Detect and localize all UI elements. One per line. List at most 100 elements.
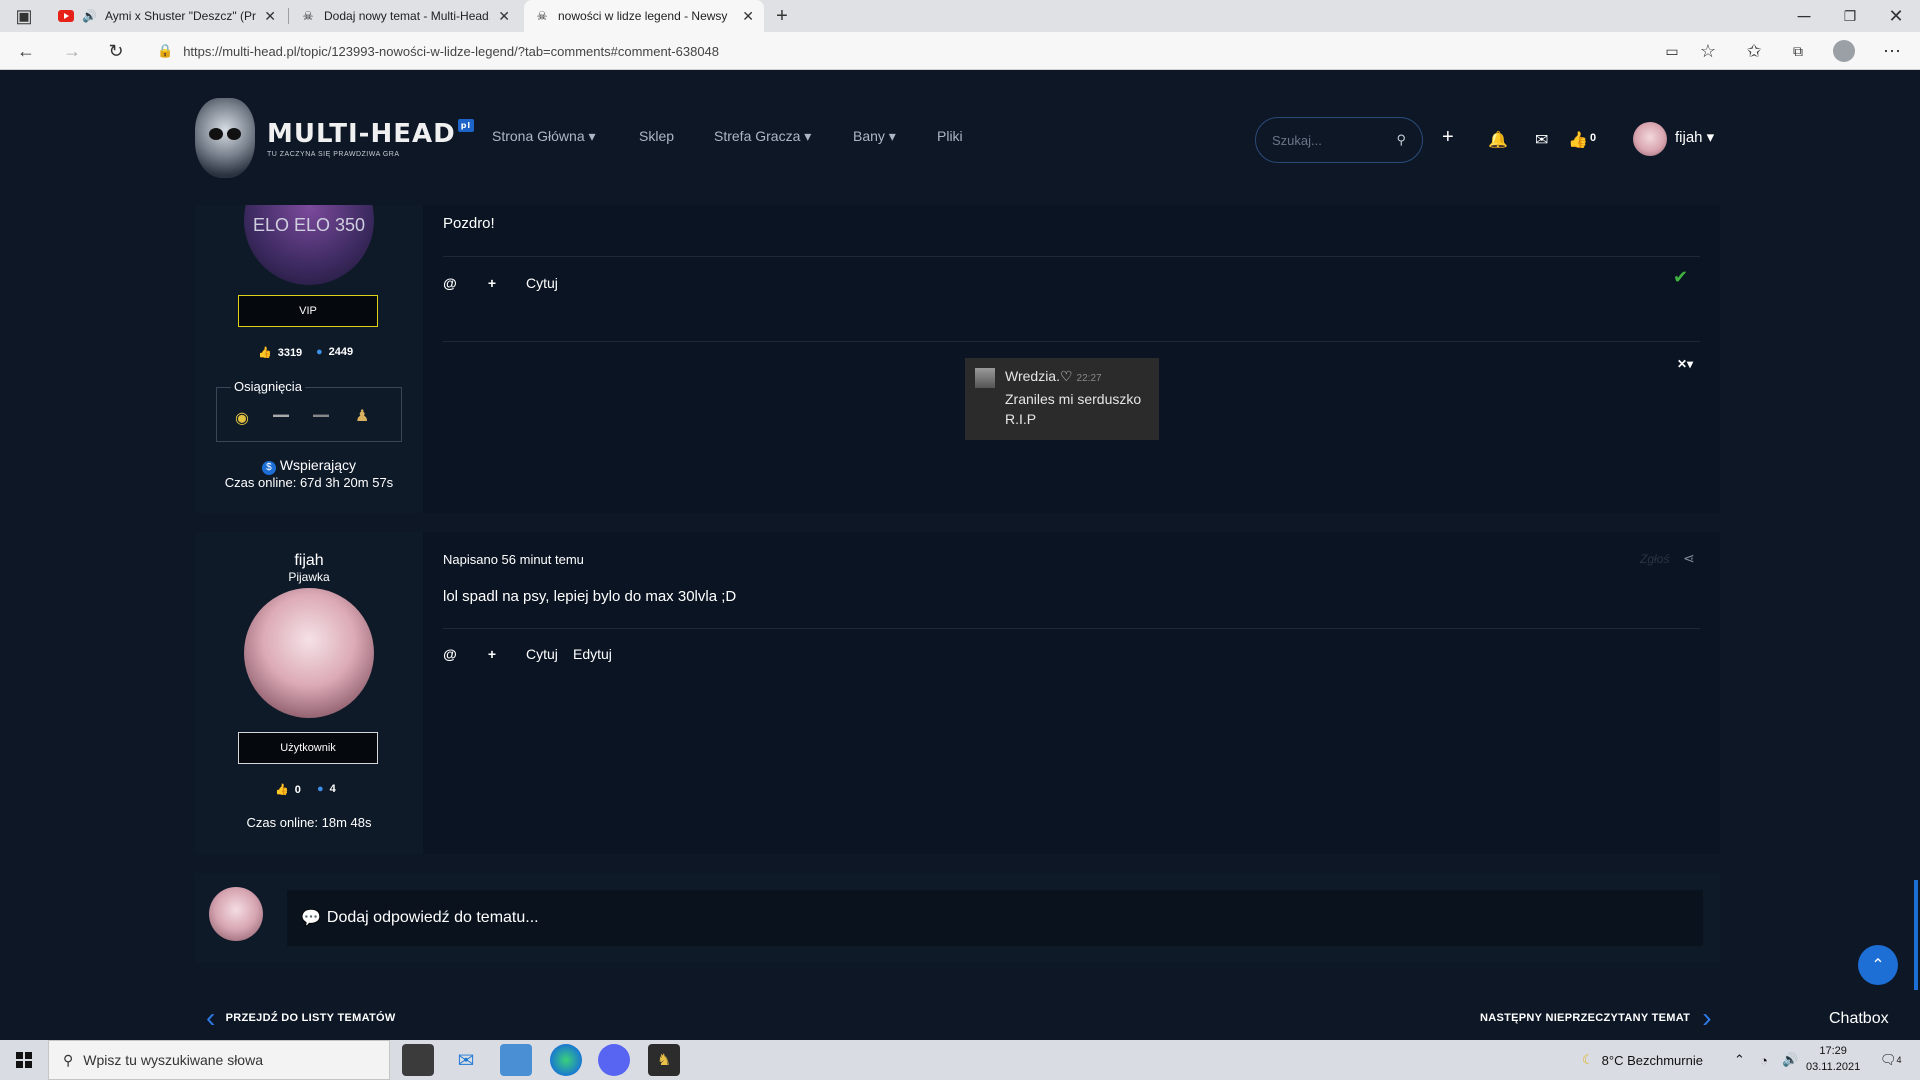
post-author-panel: ELO ELO 350 VIP 👍 3319 ● 2449 Osiągnięcia … — [195, 205, 423, 513]
scrollbar[interactable] — [1914, 880, 1918, 990]
quote-button[interactable]: Cytuj — [526, 646, 558, 662]
close-window-icon[interactable]: ✕ — [1884, 4, 1908, 28]
volume-icon[interactable]: 🔊 — [1782, 1040, 1798, 1080]
create-icon[interactable]: + — [1442, 126, 1454, 149]
nav-bans[interactable]: Bany ▾ — [853, 128, 896, 145]
chevron-right-icon: › — [1702, 1002, 1712, 1033]
chat-author: Wredzia.♡ — [1005, 368, 1073, 384]
user-menu[interactable]: fijah ▾ — [1675, 128, 1714, 146]
mail-icon[interactable]: ✉ — [1535, 130, 1548, 150]
user-avatar[interactable] — [1633, 122, 1667, 156]
online-time: Czas online: 67d 3h 20m 57s — [224, 475, 394, 490]
browser-tab[interactable]: 🔊 Aymi x Shuster "Deszcz" (Pr ✕ — [48, 0, 286, 32]
search-input[interactable]: Szukaj... ⚲ — [1255, 117, 1423, 163]
post-text: lol spadl na psy, lepiej bylo do max 30l… — [443, 588, 737, 605]
favorites-icon[interactable]: ✩ — [1742, 39, 1766, 63]
divider — [443, 341, 1700, 342]
favorite-star-icon[interactable]: ☆ — [1696, 39, 1720, 63]
network-icon[interactable]: ◔ — [1760, 1040, 1768, 1080]
chat-line: Zraniles mi serduszko — [1005, 391, 1142, 407]
close-tab-icon[interactable]: ✕ — [264, 8, 276, 25]
post: ELO ELO 350 VIP 👍 3319 ● 2449 Osiągnięcia … — [195, 205, 1720, 513]
share-icon[interactable]: ⋖ — [1683, 550, 1695, 567]
rank-badge: Użytkownik — [238, 732, 378, 764]
scroll-to-top-button[interactable]: ⌃ — [1858, 945, 1898, 985]
check-icon[interactable]: ✔ — [1673, 267, 1688, 288]
reload-icon[interactable]: ↻ — [104, 39, 128, 63]
next-unread-link[interactable]: NASTĘPNY NIEPRZECZYTANY TEMAT › — [1480, 1002, 1712, 1034]
chevron-up-icon[interactable]: ⌃ — [1734, 1040, 1745, 1080]
taskbar-search-input[interactable]: ⚲ Wpisz tu wyszukiwane słowa — [48, 1040, 390, 1080]
achievement-medal-icon[interactable]: ◉ — [235, 408, 249, 428]
chat-message-embed: Wredzia.♡ 22:27 Zraniles mi serduszko R.I… — [965, 358, 1159, 440]
forward-icon[interactable]: → — [60, 39, 84, 63]
post-body: Napisano 56 minut temu Zgłoś ⋖ lol spadl… — [423, 532, 1720, 854]
achievement-rank-icon[interactable]: ▬▬ — [313, 410, 329, 419]
speaker-icon[interactable]: 🔊 — [82, 9, 97, 23]
close-tab-icon[interactable]: ✕ — [498, 8, 510, 25]
weather-widget[interactable]: ☾ 8°C Bezchmurnie — [1582, 1040, 1703, 1080]
notifications-icon[interactable]: 🗨 4 — [1880, 1040, 1902, 1080]
author-title: Pijawka — [288, 570, 330, 584]
comment-icon: 💬 — [301, 910, 321, 927]
post: fijah Pijawka Użytkownik 👍 0 ● 4 Czas onli… — [195, 532, 1720, 854]
control-panel-icon[interactable] — [500, 1044, 532, 1076]
search-icon[interactable]: ⚲ — [1396, 132, 1406, 148]
chat-line: R.I.P — [1005, 411, 1037, 427]
nav-player-zone[interactable]: Strefa Gracza ▾ — [714, 128, 811, 145]
report-link[interactable]: Zgłoś — [1640, 552, 1669, 566]
logo-text: MULTI-HEAD — [267, 118, 456, 149]
site-logo[interactable]: MULTI-HEAD pl TU ZACZYNA SIĘ PRAWDZIWA GR… — [195, 98, 475, 178]
game-app-icon[interactable]: ♞ — [648, 1044, 680, 1076]
chevron-up-icon: ⌃ — [1871, 957, 1885, 974]
avatar[interactable] — [244, 588, 374, 718]
quote-button[interactable]: Cytuj — [526, 275, 558, 291]
close-embed-icon[interactable]: ✕▾ — [1677, 357, 1693, 371]
achievement-fame-icon[interactable]: ▬▬ — [273, 410, 289, 419]
url-field[interactable]: 🔒 https://multi-head.pl/topic/123993-now… — [145, 36, 1665, 66]
comment-icon: ● — [317, 783, 324, 795]
nav-home[interactable]: Strona Główna ▾ — [492, 128, 596, 145]
close-tab-icon[interactable]: ✕ — [742, 8, 754, 25]
browser-tab[interactable]: ☠ Dodaj nowy temat - Multi-Head. ✕ — [290, 0, 520, 32]
search-placeholder: Szukaj... — [1272, 132, 1322, 148]
mention-icon[interactable]: @ — [437, 270, 463, 296]
profile-icon[interactable] — [1832, 39, 1856, 63]
thumbs-up-icon[interactable]: 👍 — [1568, 130, 1588, 150]
author-name[interactable]: fijah — [195, 552, 423, 570]
mail-app-icon[interactable]: ✉ — [450, 1044, 482, 1076]
nav-shop[interactable]: Sklep — [639, 128, 674, 144]
tab-actions-icon[interactable]: ▣ — [12, 4, 36, 28]
multiquote-icon[interactable]: + — [479, 270, 505, 296]
menu-icon[interactable]: ⋯ — [1880, 39, 1904, 63]
browser-tab-active[interactable]: ☠ nowości w lidze legend - Newsy ✕ — [524, 0, 764, 32]
edit-button[interactable]: Edytuj — [573, 646, 612, 662]
bell-icon[interactable]: 🔔 — [1488, 130, 1508, 150]
reply-input[interactable]: 💬 Dodaj odpowiedź do tematu... — [287, 890, 1703, 946]
store-icon[interactable] — [402, 1044, 434, 1076]
edge-icon[interactable] — [550, 1044, 582, 1076]
chat-time: 22:27 — [1076, 373, 1102, 384]
address-bar: ← → ↻ 🔒 https://multi-head.pl/topic/1239… — [0, 32, 1920, 70]
divider — [443, 628, 1700, 629]
multiquote-icon[interactable]: + — [479, 641, 505, 667]
windows-start-icon[interactable] — [8, 1044, 40, 1076]
back-to-topics-link[interactable]: ‹ PRZEJDŹ DO LISTY TEMATÓW — [206, 1002, 396, 1034]
reply-placeholder: Dodaj odpowiedź do tematu... — [326, 909, 539, 926]
multihead-icon: ☠ — [536, 9, 548, 23]
collections-icon[interactable]: ⧉ — [1786, 39, 1810, 63]
achievement-user-icon[interactable]: ♟ — [355, 406, 369, 426]
avatar-caption: ELO ELO 350 — [252, 215, 366, 235]
back-icon[interactable]: ← — [14, 39, 38, 63]
discord-icon[interactable] — [598, 1044, 630, 1076]
tab-title: nowości w lidze legend - Newsy — [558, 9, 728, 23]
chatbox-toggle[interactable]: Chatbox — [1829, 1010, 1889, 1028]
mention-icon[interactable]: @ — [437, 641, 463, 667]
new-tab-icon[interactable]: + — [770, 4, 794, 28]
nav-files[interactable]: Pliki — [937, 128, 963, 144]
reader-mode-icon[interactable]: ▭ — [1660, 39, 1684, 63]
restore-icon[interactable]: ❐ — [1838, 4, 1862, 28]
reply-box: 💬 Dodaj odpowiedź do tematu... — [195, 873, 1720, 963]
minimize-icon[interactable]: ─ — [1792, 4, 1816, 28]
clock[interactable]: 17:29 03.11.2021 — [1806, 1043, 1860, 1075]
